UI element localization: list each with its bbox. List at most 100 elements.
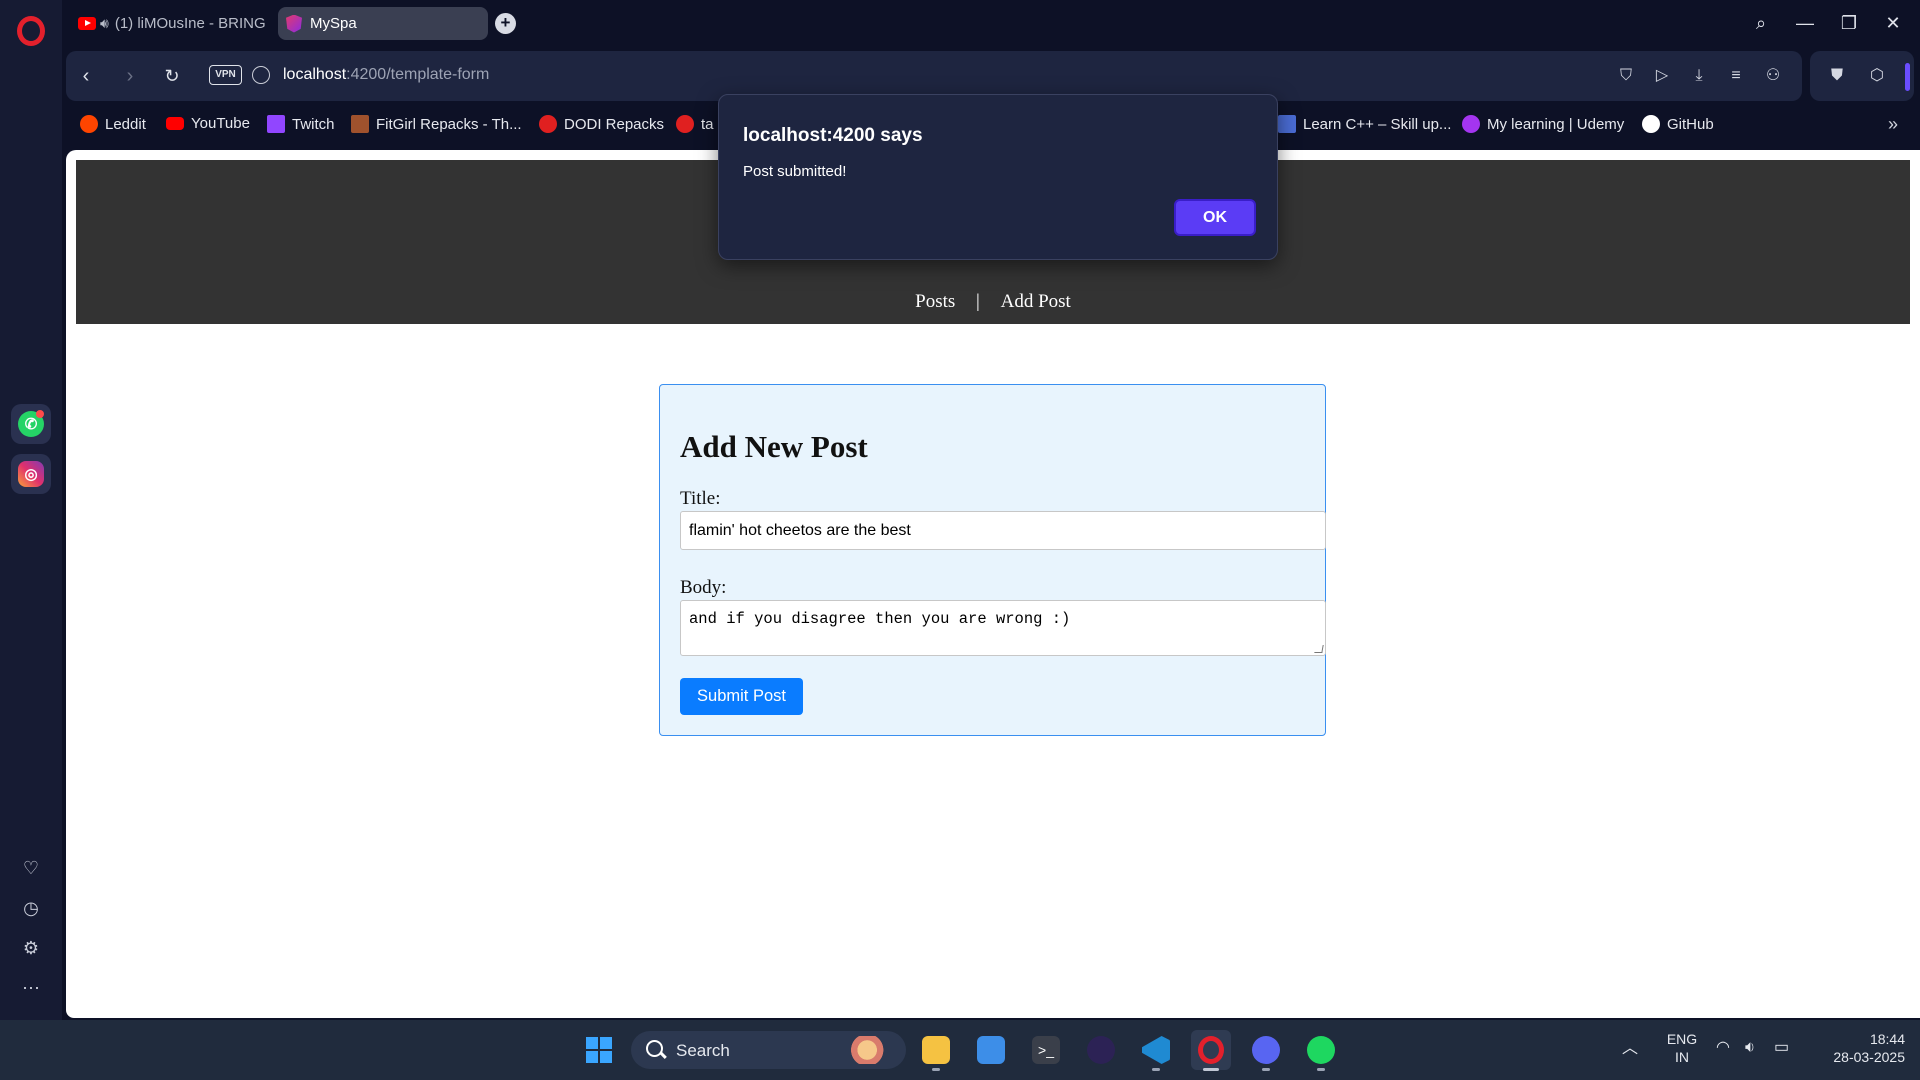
clock-date: 28-03-2025 bbox=[1833, 1049, 1905, 1065]
resize-handle-icon[interactable] bbox=[1314, 645, 1324, 653]
spotify-button[interactable] bbox=[1301, 1030, 1341, 1071]
restore-button[interactable]: ❐ bbox=[1836, 10, 1862, 36]
submit-post-button[interactable]: Submit Post bbox=[680, 678, 803, 715]
nav-separator: | bbox=[976, 291, 980, 312]
bookmark-leddit[interactable]: Leddit bbox=[80, 115, 146, 133]
whatsapp-sidebar-button[interactable]: ✆ bbox=[11, 404, 51, 444]
globe-icon[interactable] bbox=[252, 66, 270, 84]
heart-icon[interactable]: ♡ bbox=[19, 856, 43, 880]
clock[interactable]: 18:44 28-03-2025 bbox=[1815, 1030, 1905, 1066]
bookmark-fitgirl[interactable]: FitGirl Repacks - Th... bbox=[351, 115, 522, 133]
opera-taskbar-button[interactable] bbox=[1191, 1030, 1231, 1071]
extensions-cube-icon[interactable]: ⬡ bbox=[1866, 65, 1888, 87]
body-textarea[interactable]: and if you disagree then you are wrong :… bbox=[680, 600, 1326, 656]
ublock-icon[interactable]: ⛊ bbox=[1826, 65, 1848, 87]
search-icon bbox=[646, 1040, 663, 1057]
more-dots-icon[interactable]: ⋯ bbox=[19, 976, 43, 1000]
fitgirl-icon bbox=[351, 115, 369, 133]
vscode-button[interactable] bbox=[1136, 1030, 1176, 1071]
search-highlight-icon bbox=[848, 1036, 896, 1064]
body-label: Body: bbox=[680, 577, 727, 598]
bookmark-github[interactable]: GitHub bbox=[1642, 115, 1714, 133]
bookmarks-overflow-icon[interactable]: » bbox=[1888, 114, 1898, 135]
taskbar-search[interactable]: Search bbox=[631, 1031, 906, 1069]
running-indicator bbox=[1152, 1068, 1160, 1071]
angular-icon bbox=[286, 14, 302, 33]
spotify-icon bbox=[1307, 1036, 1335, 1064]
running-indicator bbox=[1262, 1068, 1270, 1071]
easy-setup-icon[interactable]: ≡ bbox=[1725, 65, 1747, 87]
profile-icon[interactable]: ⚇ bbox=[1762, 65, 1784, 87]
twitch-icon bbox=[267, 115, 285, 133]
download-icon[interactable]: ⤓ bbox=[1688, 65, 1710, 87]
terminal-button[interactable]: >_ bbox=[1026, 1030, 1066, 1070]
close-window-button[interactable]: ✕ bbox=[1880, 10, 1906, 36]
search-tabs-icon[interactable]: ⌕ bbox=[1748, 10, 1774, 36]
volume-icon[interactable]: 🔉︎ bbox=[1745, 1039, 1755, 1057]
running-indicator bbox=[932, 1068, 940, 1071]
reload-button[interactable]: ↻ bbox=[160, 64, 184, 88]
tab-label: MySpa bbox=[310, 15, 357, 32]
dodi-icon bbox=[539, 115, 557, 133]
minimize-button[interactable]: — bbox=[1792, 10, 1818, 36]
adblock-shield-icon[interactable]: ⛉ bbox=[1615, 65, 1637, 87]
instagram-icon: ◎ bbox=[18, 461, 44, 487]
opera-sidebar: ✆ ◎ ♡ ◷ ⚙ ⋯ bbox=[0, 0, 62, 1020]
battery-icon[interactable]: ▭ bbox=[1774, 1039, 1789, 1057]
history-clock-icon[interactable]: ◷ bbox=[19, 896, 43, 920]
github-icon bbox=[1642, 115, 1660, 133]
add-post-form: Add New Post Title: flamin' hot cheetos … bbox=[659, 384, 1326, 736]
bookmark-udemy[interactable]: My learning | Udemy bbox=[1462, 115, 1624, 133]
wifi-icon[interactable]: ◠ bbox=[1716, 1039, 1730, 1057]
opera-icon bbox=[1198, 1036, 1224, 1064]
folder-icon bbox=[922, 1036, 950, 1064]
speaker-icon[interactable]: 🔊︎ bbox=[100, 15, 109, 32]
tab-youtube[interactable]: 🔊︎ (1) liMOusIne - BRING bbox=[70, 7, 275, 40]
clock-time: 18:44 bbox=[1869, 1031, 1905, 1047]
tab-strip: 🔊︎ (1) liMOusIne - BRING MySpa + ⌕ — ❐ ✕ bbox=[62, 0, 1920, 46]
file-explorer-button[interactable] bbox=[916, 1030, 956, 1071]
bookmark-twitch[interactable]: Twitch bbox=[267, 115, 335, 133]
vscode-icon bbox=[1142, 1036, 1170, 1064]
tray-chevron-icon[interactable]: ︿ bbox=[1622, 1040, 1638, 1058]
dialog-message: Post submitted! bbox=[743, 163, 847, 180]
title-label: Title: bbox=[680, 488, 721, 509]
start-button[interactable] bbox=[579, 1030, 619, 1070]
discord-button[interactable] bbox=[1246, 1030, 1286, 1071]
tab-myspa[interactable]: MySpa bbox=[278, 7, 488, 40]
youtube-icon bbox=[78, 17, 96, 30]
nav-link-add-post[interactable]: Add Post bbox=[1001, 291, 1071, 312]
address-field[interactable]: localhost:4200/template-form bbox=[283, 66, 489, 84]
dialog-ok-button[interactable]: OK bbox=[1174, 199, 1256, 236]
instagram-sidebar-button[interactable]: ◎ bbox=[11, 454, 51, 494]
vpn-badge[interactable]: VPN bbox=[209, 65, 242, 85]
photos-button[interactable] bbox=[971, 1030, 1011, 1070]
active-indicator bbox=[1203, 1068, 1219, 1071]
opera-logo-icon[interactable] bbox=[17, 16, 45, 46]
bookmark-tuf[interactable]: ta bbox=[676, 115, 714, 133]
language-indicator[interactable]: ENG IN bbox=[1666, 1030, 1698, 1066]
title-input[interactable]: flamin' hot cheetos are the best bbox=[680, 511, 1326, 550]
form-heading: Add New Post bbox=[680, 429, 868, 464]
body-text: and if you disagree then you are wrong :… bbox=[689, 610, 1071, 628]
windows-logo-icon bbox=[586, 1037, 612, 1063]
eclipse-button[interactable] bbox=[1081, 1030, 1121, 1070]
discord-icon bbox=[1252, 1036, 1280, 1064]
tuf-icon bbox=[676, 115, 694, 133]
flow-send-icon[interactable]: ▷ bbox=[1651, 65, 1673, 87]
running-indicator bbox=[1317, 1068, 1325, 1071]
settings-gear-icon[interactable]: ⚙ bbox=[19, 936, 43, 960]
forward-button[interactable]: › bbox=[118, 64, 142, 88]
nav-link-posts[interactable]: Posts bbox=[915, 291, 955, 312]
bookmark-youtube[interactable]: YouTube bbox=[166, 115, 250, 132]
photos-icon bbox=[977, 1036, 1005, 1064]
back-button[interactable]: ‹ bbox=[74, 64, 98, 88]
learncpp-icon bbox=[1278, 115, 1296, 133]
extensions-area: ⛊ ⬡ bbox=[1810, 51, 1914, 101]
udemy-icon bbox=[1462, 115, 1480, 133]
new-tab-button[interactable]: + bbox=[495, 13, 516, 34]
bookmark-dodi[interactable]: DODI Repacks bbox=[539, 115, 664, 133]
bookmark-learncpp[interactable]: Learn C++ – Skill up... bbox=[1278, 115, 1451, 133]
windows-taskbar: Search >_ ︿ ENG IN ◠ 🔉︎ ▭ 18:44 28-03-20… bbox=[0, 1020, 1920, 1080]
dialog-title: localhost:4200 says bbox=[743, 125, 923, 146]
